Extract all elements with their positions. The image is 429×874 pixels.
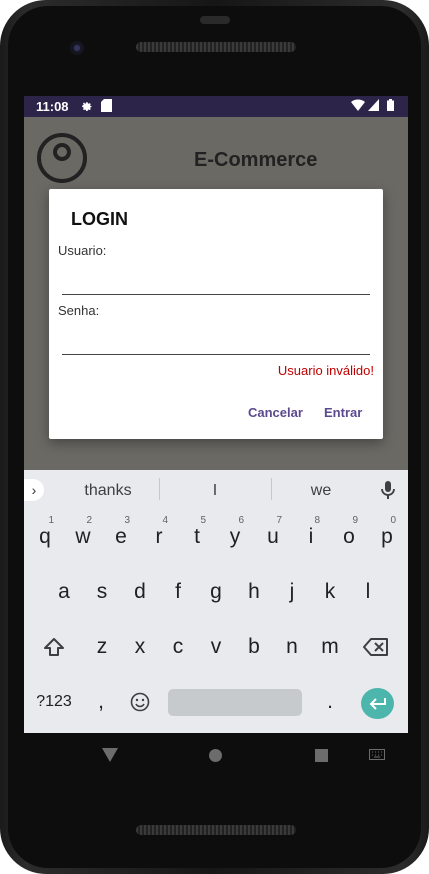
error-message: Usuario inválido!: [277, 363, 374, 378]
key-x[interactable]: x: [122, 624, 158, 670]
key-q[interactable]: 1q: [27, 514, 63, 560]
suggestion-bar: › thanks I we: [24, 470, 408, 508]
submit-button[interactable]: Entrar: [324, 405, 362, 420]
keyboard-switch-icon[interactable]: [369, 749, 385, 763]
key-c[interactable]: c: [160, 624, 196, 670]
key-z[interactable]: z: [84, 624, 120, 670]
key-n[interactable]: n: [274, 624, 310, 670]
wifi-icon: [351, 99, 365, 114]
key-i[interactable]: 8i: [293, 514, 329, 560]
user-circle-icon: [37, 133, 87, 183]
cancel-button[interactable]: Cancelar: [248, 405, 303, 420]
home-icon[interactable]: [209, 749, 222, 762]
recent-apps-icon[interactable]: [315, 749, 328, 762]
key-o[interactable]: 9o: [331, 514, 367, 560]
key-p[interactable]: 0p: [369, 514, 405, 560]
key-m[interactable]: m: [312, 624, 348, 670]
earpiece: [200, 16, 230, 24]
login-dialog: LOGIN Usuario: Senha: Usuario inválido! …: [49, 189, 383, 439]
gear-icon: [80, 99, 93, 115]
speaker-grille-top: [136, 42, 296, 52]
dialog-title: LOGIN: [71, 209, 128, 229]
key-d[interactable]: d: [122, 569, 158, 615]
key-s[interactable]: s: [84, 569, 120, 615]
emoji-icon[interactable]: [122, 679, 158, 725]
password-label: Senha:: [58, 303, 100, 318]
speaker-grille-bottom: [136, 825, 296, 835]
key-v[interactable]: v: [198, 624, 234, 670]
space-key[interactable]: [168, 689, 302, 716]
key-y[interactable]: 6y: [217, 514, 253, 560]
sd-card-icon: [101, 99, 112, 115]
suggestion-3[interactable]: we: [271, 482, 371, 500]
screen: 11:08 E-Commerce LOGIN Usuario: Senha: U…: [24, 96, 408, 733]
front-camera: [70, 41, 84, 55]
username-input[interactable]: [62, 264, 370, 295]
shift-icon[interactable]: [36, 624, 72, 670]
app-title: E-Commerce: [194, 149, 318, 171]
key-w[interactable]: 2w: [65, 514, 101, 560]
enter-icon[interactable]: [361, 688, 394, 719]
key-h[interactable]: h: [236, 569, 272, 615]
suggestion-2[interactable]: I: [165, 482, 265, 500]
key-t[interactable]: 5t: [179, 514, 215, 560]
signal-icon: [368, 99, 379, 114]
key-l[interactable]: l: [350, 569, 386, 615]
backspace-icon[interactable]: [358, 624, 394, 670]
key-f[interactable]: f: [160, 569, 196, 615]
key-comma[interactable]: ,: [83, 679, 119, 725]
key-r[interactable]: 4r: [141, 514, 177, 560]
microphone-icon[interactable]: [380, 480, 396, 500]
key-b[interactable]: b: [236, 624, 272, 670]
suggestion-divider: [159, 478, 160, 500]
key-period[interactable]: .: [312, 679, 348, 725]
symbols-key[interactable]: ?123: [32, 679, 76, 725]
key-u[interactable]: 7u: [255, 514, 291, 560]
soft-keyboard: › thanks I we 1q 2w 3e 4r 5t 6y 7u 8i 9o…: [24, 470, 408, 733]
key-j[interactable]: j: [274, 569, 310, 615]
navigation-bar: [24, 733, 408, 781]
password-input[interactable]: [62, 324, 370, 355]
status-bar: 11:08: [24, 96, 408, 117]
battery-icon: [387, 99, 394, 114]
suggestion-1[interactable]: thanks: [58, 482, 158, 500]
chevron-right-icon[interactable]: ›: [24, 479, 44, 501]
username-label: Usuario:: [58, 243, 107, 258]
key-e[interactable]: 3e: [103, 514, 139, 560]
status-time: 11:08: [36, 99, 69, 114]
app-background: E-Commerce LOGIN Usuario: Senha: Usuario…: [24, 117, 408, 470]
back-icon[interactable]: [102, 748, 118, 762]
key-k[interactable]: k: [312, 569, 348, 615]
key-a[interactable]: a: [46, 569, 82, 615]
key-g[interactable]: g: [198, 569, 234, 615]
